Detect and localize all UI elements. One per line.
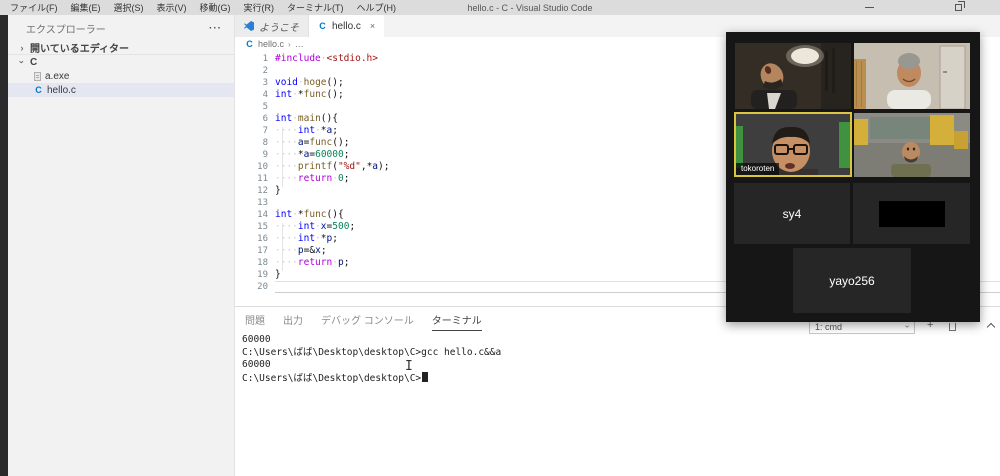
window-title: hello.c - C - Visual Studio Code xyxy=(467,2,593,13)
tab-label: ようこそ xyxy=(259,22,299,34)
video-tile-tokoroten[interactable]: tokoroten xyxy=(734,112,852,177)
redacted-name-box xyxy=(878,200,945,227)
more-actions-icon[interactable]: ··· xyxy=(209,23,222,34)
kill-terminal-icon[interactable] xyxy=(948,320,957,331)
video-tile-4[interactable] xyxy=(854,113,970,177)
line-number: 1 xyxy=(262,54,268,64)
menu-item-help[interactable]: ヘルプ(H) xyxy=(357,1,397,14)
terminal-line: C:\Users\ばば\Desktop\desktop\C>gcc hello.… xyxy=(242,346,502,358)
folder-row-c[interactable]: › C xyxy=(8,55,234,69)
panel-tab-terminal[interactable]: ターミナル xyxy=(431,308,482,331)
line-number: 18 xyxy=(257,258,268,268)
menu-item-run[interactable]: 実行(R) xyxy=(244,1,275,14)
c-file-icon: C xyxy=(319,21,326,31)
chevron-down-icon: › xyxy=(903,325,913,328)
c-file-icon: C xyxy=(246,39,253,49)
video-tile-1[interactable] xyxy=(735,43,851,109)
video-tile-2[interactable] xyxy=(854,43,970,109)
menu-item-edit[interactable]: 編集(E) xyxy=(71,1,101,14)
indent-guide xyxy=(282,223,283,271)
participant-name-label: tokoroten xyxy=(736,163,780,175)
participant-video xyxy=(735,43,851,109)
chevron-down-icon: › xyxy=(17,60,27,64)
shell-selector-value: 1: cmd xyxy=(815,321,843,332)
file-row-aexe[interactable]: a.exe xyxy=(8,69,234,83)
vscode-logo-icon xyxy=(244,21,254,31)
tab-label: hello.c xyxy=(332,20,361,32)
file-label: hello.c xyxy=(47,84,76,96)
chevron-right-icon: › xyxy=(288,39,291,49)
panel-tab-problems[interactable]: 問題 xyxy=(245,308,265,330)
tab-welcome[interactable]: ようこそ xyxy=(235,15,309,37)
menu-item-terminal[interactable]: ターミナル(T) xyxy=(287,1,344,14)
line-number: 11 xyxy=(257,174,268,184)
title-bar: ファイル(F) 編集(E) 選択(S) 表示(V) 移動(G) 実行(R) ターミナル(T)… xyxy=(0,0,1000,15)
terminal-cursor xyxy=(422,372,429,383)
participant-video xyxy=(854,43,970,109)
c-file-icon: C xyxy=(35,85,42,95)
terminal-line: 60000 xyxy=(242,359,271,371)
line-number: 4 xyxy=(262,90,268,100)
line-number: 20 xyxy=(257,282,268,292)
participant-video xyxy=(854,113,970,177)
folder-label: C xyxy=(30,56,38,68)
line-number: 9 xyxy=(262,150,268,160)
file-row-helloc[interactable]: C hello.c xyxy=(8,83,234,97)
video-tile-sy4[interactable]: sy4 xyxy=(734,183,850,244)
indent-guide xyxy=(282,127,283,187)
tab-helloc[interactable]: C hello.c × xyxy=(309,15,385,37)
explorer-title: エクスプローラー xyxy=(26,24,106,36)
line-number: 2 xyxy=(262,66,268,76)
menu-bar: ファイル(F) 編集(E) 選択(S) 表示(V) 移動(G) 実行(R) ターミナル(T)… xyxy=(0,1,396,14)
minimize-icon[interactable] xyxy=(865,7,874,8)
terminal-line: C:\Users\ばば\Desktop\desktop\C> xyxy=(242,372,1000,385)
line-number: 10 xyxy=(257,162,268,172)
breadcrumb-file: hello.c xyxy=(258,39,285,49)
restore-icon[interactable] xyxy=(955,1,965,11)
line-number: 8 xyxy=(262,138,268,148)
participant-name-label: yayo256 xyxy=(829,273,875,288)
line-number: 16 xyxy=(257,234,268,244)
open-editors-section[interactable]: › 開いているエディター xyxy=(8,41,234,55)
chevron-right-icon: › xyxy=(20,42,24,53)
terminal-output[interactable]: 60000 C:\Users\ばば\Desktop\desktop\C>gcc h… xyxy=(235,331,1000,385)
binary-file-icon xyxy=(34,71,41,81)
video-tile-yayo256[interactable]: yayo256 xyxy=(793,248,911,313)
menu-item-go[interactable]: 移動(G) xyxy=(200,1,231,14)
menu-item-view[interactable]: 表示(V) xyxy=(157,1,187,14)
file-label: a.exe xyxy=(45,70,70,82)
breadcrumb-more: … xyxy=(294,39,304,49)
line-number: 6 xyxy=(262,114,268,124)
line-number: 5 xyxy=(262,102,268,112)
line-number: 7 xyxy=(262,126,268,136)
menu-item-selection[interactable]: 選択(S) xyxy=(114,1,144,14)
menu-item-file[interactable]: ファイル(F) xyxy=(10,1,58,14)
line-number: 19 xyxy=(257,270,268,280)
video-call-overlay: tokoroten sy4 yayo256 xyxy=(726,32,980,322)
panel-tab-output[interactable]: 出力 xyxy=(283,308,303,330)
line-number: 12 xyxy=(257,186,268,196)
line-number: 15 xyxy=(257,222,268,232)
participant-name-label: sy4 xyxy=(782,206,802,221)
panel-tab-debug-console[interactable]: デバッグ コンソール xyxy=(321,308,414,330)
terminal-line: 60000 xyxy=(242,334,271,345)
video-tile-redacted[interactable] xyxy=(853,183,970,244)
line-number: 3 xyxy=(262,78,268,88)
bottom-panel: 問題 出力 デバッグ コンソール ターミナル 60000 C:\Users\ばば\Des… xyxy=(235,306,1000,476)
open-editors-label: 開いているエディター xyxy=(30,44,129,55)
background-window-edge xyxy=(0,15,8,476)
explorer-sidebar: エクスプローラー ··· › 開いているエディター › C a.exe C he… xyxy=(8,15,235,476)
line-number: 13 xyxy=(257,198,268,208)
close-icon[interactable]: × xyxy=(370,21,375,31)
line-number: 17 xyxy=(257,246,268,256)
line-number: 14 xyxy=(257,210,268,220)
